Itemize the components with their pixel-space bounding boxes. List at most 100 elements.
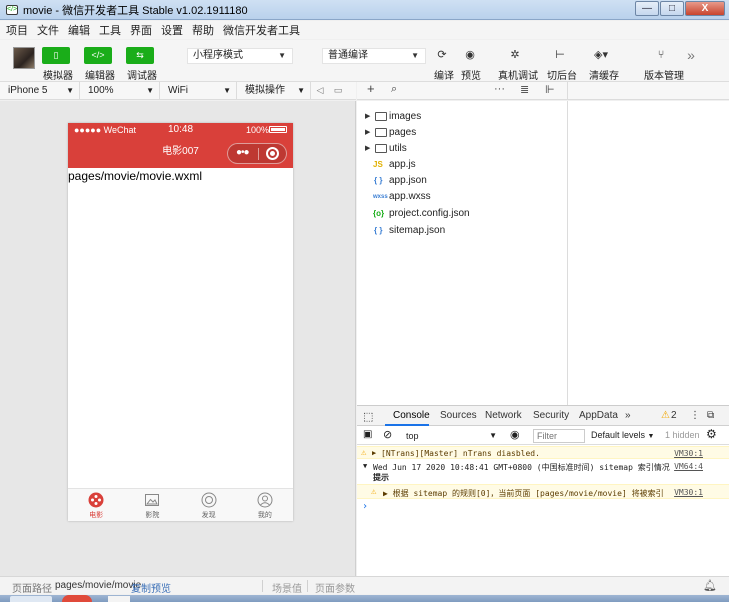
log-levels-select[interactable]: Default levels ▼ [591, 430, 654, 440]
network-select[interactable]: WiFi ▼ [160, 81, 237, 100]
tab-sources[interactable]: Sources [440, 410, 477, 421]
maximize-button[interactable]: □ [660, 1, 684, 16]
chevron-down-icon: ▼ [66, 85, 74, 95]
version-button[interactable]: 版本管理 [644, 67, 684, 82]
collapse-arrow-icon[interactable]: ▼ [363, 462, 367, 470]
taskbar-app-icon[interactable] [108, 596, 130, 602]
eye-icon[interactable]: ◉ [461, 47, 479, 63]
menu-interface[interactable]: 界面 [130, 22, 152, 38]
close-button[interactable]: X [685, 1, 725, 16]
tab-movie[interactable]: 电影 [68, 489, 124, 521]
tree-item-label: pages [389, 127, 417, 138]
preview-path-link[interactable]: 预览 [151, 580, 171, 595]
layers-icon[interactable]: ◈▾ [592, 47, 610, 63]
tree-item-images[interactable]: ▶ images [357, 109, 567, 125]
sort-icon[interactable]: ≣ [520, 83, 529, 96]
tab-profile[interactable]: 我的 [237, 489, 293, 521]
menu-capsule[interactable]: ●•● [227, 143, 287, 164]
gear-icon[interactable]: ⚙ [706, 427, 717, 441]
branch-icon[interactable]: ⑂ [652, 47, 670, 63]
bug-icon[interactable]: ✲ [506, 47, 524, 63]
menu-file[interactable]: 文件 [37, 22, 59, 38]
eye-icon[interactable]: ◉ [510, 428, 520, 441]
tab-label: 发现 [201, 512, 216, 519]
warning-icon[interactable]: ⚠ [661, 410, 670, 421]
tree-item-pages[interactable]: ▶ pages [357, 125, 567, 141]
menu-edit[interactable]: 编辑 [68, 22, 90, 38]
chevron-down-icon: ▼ [223, 85, 231, 95]
windows-taskbar [0, 595, 729, 602]
sidebar-toggle-icon[interactable]: ▣ [363, 429, 372, 440]
console-filter-input[interactable] [533, 429, 585, 443]
code-editor[interactable] [567, 101, 729, 405]
search-icon[interactable]: ⌕ [391, 83, 397, 96]
scene-value-link[interactable]: 场景值 [272, 580, 302, 595]
clear-cache-button[interactable]: 清缓存 [589, 67, 619, 82]
toolbar-more-button[interactable]: » [682, 47, 700, 63]
volume-icon[interactable]: ◁ [311, 85, 329, 96]
tree-item-app-js[interactable]: JS app.js [357, 157, 567, 173]
log-source-link[interactable]: VM30:1 [674, 488, 703, 497]
add-file-icon[interactable]: + [367, 81, 375, 96]
refresh-icon[interactable]: ⟳ [433, 47, 451, 63]
zoom-select[interactable]: 100% ▼ [80, 81, 160, 100]
start-button[interactable] [10, 596, 52, 602]
console-filter-bar: ▣ ⊘ top ▼ ◉ Default levels ▼ 1 hidden ⚙ [357, 427, 729, 445]
mode-select[interactable]: 小程序模式 ▼ [187, 48, 293, 64]
menu-tools[interactable]: 工具 [99, 22, 121, 38]
split-icon[interactable]: ⊩ [545, 83, 555, 96]
switch-icon[interactable]: ⊢ [551, 47, 569, 63]
tab-cinema[interactable]: 影院 [124, 489, 180, 521]
copy-path-link[interactable]: 复制 [131, 580, 151, 595]
menu-help[interactable]: 帮助 [192, 22, 214, 38]
console-log-warning: ⚠ ▶ [NTrans][Master] nTrans diasbled. VM… [357, 446, 729, 459]
device-select[interactable]: iPhone 5 ▼ [0, 81, 80, 100]
compile-mode-select[interactable]: 普通编译 ▼ [322, 48, 426, 64]
chevron-down-icon: ▼ [278, 51, 286, 60]
chat-icon[interactable]: ▭ [329, 85, 347, 96]
user-avatar[interactable] [13, 47, 35, 69]
more-dots-icon[interactable]: ●•● [236, 147, 250, 158]
tab-security[interactable]: Security [533, 410, 569, 421]
background-button[interactable]: 切后台 [547, 67, 577, 82]
menu-wechat-devtools[interactable]: 微信开发者工具 [223, 22, 300, 38]
close-circle-icon[interactable] [266, 147, 279, 160]
tree-item-app-json[interactable]: { } app.json [357, 173, 567, 189]
tab-discover[interactable]: 发现 [181, 489, 237, 521]
context-select[interactable]: top ▼ [401, 429, 499, 443]
page-path-bar: 页面路径 pages/movie/movie 复制 预览 场景值 页面参数 🔔︎ [0, 576, 729, 595]
expand-arrow-icon[interactable]: ▶ [372, 449, 376, 457]
preview-button[interactable]: 预览 [461, 67, 481, 82]
tree-item-sitemap[interactable]: { } sitemap.json [357, 223, 567, 239]
warning-count[interactable]: 2 [671, 410, 677, 421]
bell-icon[interactable]: 🔔︎ [703, 579, 717, 592]
editor-toggle-button[interactable]: </> [84, 47, 112, 64]
tab-appdata[interactable]: AppData [579, 410, 618, 421]
taskbar-app-icon[interactable] [62, 595, 92, 602]
compile-button[interactable]: 编译 [434, 67, 454, 82]
chevron-right-icon: ▶ [365, 145, 371, 152]
tree-item-utils[interactable]: ▶ utils [357, 141, 567, 157]
tab-network[interactable]: Network [485, 410, 522, 421]
menu-settings[interactable]: 设置 [161, 22, 183, 38]
kebab-menu-icon[interactable]: ⋮ [690, 410, 700, 421]
simulator-toggle-button[interactable]: ▯ [42, 47, 70, 64]
operation-select[interactable]: 模拟操作 ▼ [237, 81, 311, 100]
clear-console-icon[interactable]: ⊘ [383, 428, 392, 441]
tree-item-project-config[interactable]: {o} project.config.json [357, 206, 567, 222]
inspect-element-icon[interactable]: ⬚ [363, 410, 373, 423]
real-debug-button[interactable]: 真机调试 [498, 67, 538, 82]
log-source-link[interactable]: VM30:1 [674, 449, 703, 458]
tree-item-app-wxss[interactable]: wxss app.wxss [357, 189, 567, 205]
log-source-link[interactable]: VM64:4 [674, 462, 703, 471]
console-prompt[interactable]: › [357, 501, 729, 513]
menu-project[interactable]: 项目 [6, 22, 28, 38]
tab-console[interactable]: Console [393, 410, 430, 421]
page-params-link[interactable]: 页面参数 [315, 580, 355, 595]
minimize-button[interactable]: — [635, 1, 659, 16]
undock-icon[interactable]: ⧉ [707, 410, 714, 421]
more-icon[interactable]: ··· [494, 83, 505, 95]
tabs-overflow-button[interactable]: » [625, 410, 631, 421]
debugger-toggle-button[interactable]: ⇆ [126, 47, 154, 64]
context-value: top [406, 431, 419, 441]
